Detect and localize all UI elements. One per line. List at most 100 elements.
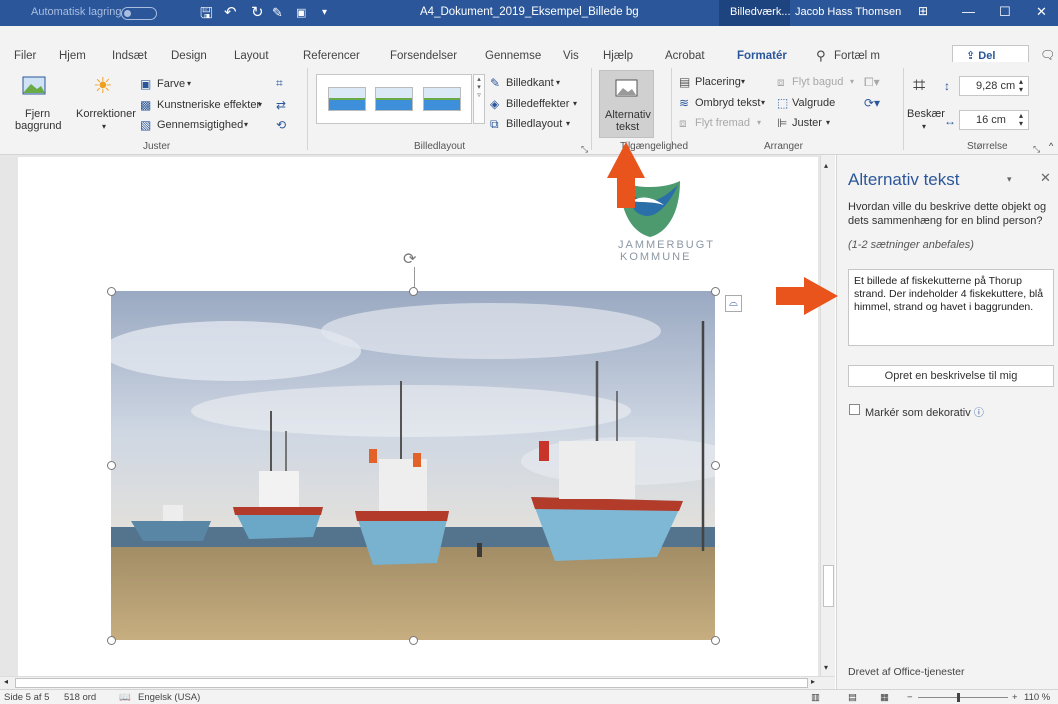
scroll-thumb[interactable] <box>823 565 834 607</box>
user-name[interactable]: Jacob Hass Thomsen <box>795 6 901 18</box>
group-separator <box>307 68 308 150</box>
autosave-toggle[interactable] <box>121 7 157 20</box>
undo-icon[interactable]: ↶ <box>224 3 237 21</box>
scroll-thumb[interactable] <box>15 678 808 688</box>
layout-options-icon[interactable]: ⌓ <box>725 295 742 312</box>
resize-handle-top-left[interactable] <box>107 287 116 296</box>
comments-icon[interactable]: 🗨 <box>1040 48 1055 62</box>
chevron-down-icon: ▾ <box>244 120 249 129</box>
insert-picture-icon[interactable]: ▣ <box>296 6 306 19</box>
height-value: 9,28 cm <box>976 80 1016 92</box>
save-icon[interactable]: 🖫 <box>200 3 213 28</box>
zoom-out-icon[interactable]: − <box>907 692 913 703</box>
ribbon-display-icon[interactable]: ⊞ <box>918 4 928 18</box>
generate-description-button[interactable]: Opret en beskrivelse til mig <box>848 365 1054 387</box>
language[interactable]: Engelsk (USA) <box>138 692 200 703</box>
document-horizontal-scrollbar[interactable]: ◂ ▸ <box>0 676 835 689</box>
tab-help[interactable]: Hjælp <box>603 50 633 62</box>
change-picture-icon[interactable]: ⇄ <box>276 99 286 111</box>
alt-text-pane: Alternativ tekst ▾ ✕ Hvordan ville du be… <box>836 155 1058 689</box>
tab-home[interactable]: Hjem <box>59 50 86 62</box>
tell-me-input[interactable]: Fortæl m <box>834 50 880 62</box>
proofing-icon[interactable]: 📖 <box>119 692 131 703</box>
sun-icon: ☀ <box>93 73 113 98</box>
pane-footer: Drevet af Office-tjenester <box>848 666 965 678</box>
tab-layout[interactable]: Layout <box>234 50 269 62</box>
transparency-label: Gennemsigtighed <box>157 119 244 131</box>
redo-icon[interactable]: ↻ <box>251 3 264 21</box>
gallery-scroll[interactable]: ▴ ▾ ▿ <box>473 74 485 124</box>
rotate-handle-line <box>414 267 415 289</box>
document-vertical-scrollbar[interactable]: ▴ ▾ <box>820 155 835 676</box>
dialog-launcher-icon[interactable]: ⤡ <box>1033 144 1040 155</box>
resize-handle-bottom-left[interactable] <box>107 636 116 645</box>
crop-icon: ⌗ <box>913 72 926 97</box>
document-area[interactable]: JAMMERBUGT KOMMUNE ⟳ ⌓ <box>0 155 820 676</box>
read-mode-icon[interactable]: ▥ <box>811 692 820 703</box>
gallery-more-icon[interactable]: ▿ <box>474 91 484 99</box>
status-bar: Side 5 af 5 518 ord 📖 Engelsk (USA) ▥ ▤ … <box>0 689 1058 704</box>
info-icon[interactable]: ⓘ <box>974 408 984 419</box>
dialog-launcher-icon[interactable]: ⤡ <box>581 144 588 155</box>
chevron-down-icon: ▾ <box>258 100 263 109</box>
rotate-handle-icon[interactable]: ⟳ <box>403 249 416 269</box>
tab-references[interactable]: Referencer <box>303 50 360 62</box>
tab-file[interactable]: Filer <box>14 50 36 62</box>
resize-handle-bottom-right[interactable] <box>711 636 720 645</box>
collapse-ribbon-icon[interactable]: ^ <box>1049 141 1053 151</box>
zoom-in-icon[interactable]: + <box>1012 692 1018 703</box>
scroll-left-icon[interactable]: ◂ <box>4 677 8 686</box>
selected-photo[interactable] <box>111 291 715 640</box>
scroll-right-icon[interactable]: ▸ <box>811 677 815 686</box>
tab-format[interactable]: Formatér <box>737 50 787 67</box>
zoom-level[interactable]: 110 % <box>1024 692 1050 703</box>
width-field[interactable]: 16 cm ▴ ▾ <box>959 110 1029 130</box>
tab-acrobat[interactable]: Acrobat <box>665 50 705 62</box>
close-button[interactable]: ✕ <box>1036 4 1047 20</box>
chevron-up-icon[interactable]: ▴ <box>474 75 484 83</box>
document-page[interactable]: JAMMERBUGT KOMMUNE ⟳ ⌓ <box>18 157 818 676</box>
effects-icon: ◈ <box>490 97 500 111</box>
rotate-icon[interactable]: ⟳▾ <box>864 97 880 109</box>
spinner-icon[interactable]: ▴ ▾ <box>1019 112 1023 128</box>
page-count[interactable]: Side 5 af 5 <box>4 692 49 703</box>
customize-qat-icon[interactable]: ▾ <box>322 7 327 18</box>
height-field[interactable]: 9,28 cm ▴ ▾ <box>959 76 1029 96</box>
maximize-button[interactable]: ☐ <box>999 4 1011 20</box>
format-painter-icon[interactable]: ✎ <box>272 5 283 21</box>
resize-handle-right[interactable] <box>711 461 720 470</box>
scroll-up-icon[interactable]: ▴ <box>824 161 828 170</box>
print-layout-icon[interactable]: ▤ <box>848 692 857 703</box>
resize-handle-top-right[interactable] <box>711 287 720 296</box>
alt-text-input[interactable]: Et billede af fiskekutterne på Thorup st… <box>848 269 1054 346</box>
group-objects-icon[interactable]: ⧠▾ <box>864 76 880 88</box>
picture-style-thumb[interactable] <box>328 87 366 111</box>
resize-handle-bottom[interactable] <box>409 636 418 645</box>
width-value: 16 cm <box>976 114 1006 126</box>
picture-styles-gallery[interactable] <box>316 74 472 124</box>
resize-handle-left[interactable] <box>107 461 116 470</box>
web-layout-icon[interactable]: ▦ <box>880 692 889 703</box>
picture-style-thumb[interactable] <box>375 87 413 111</box>
chevron-down-icon[interactable]: ▾ <box>474 83 484 91</box>
resize-handle-top[interactable] <box>409 287 418 296</box>
alt-text-button[interactable]: Alternativ tekst <box>599 70 654 138</box>
tab-mailings[interactable]: Forsendelser <box>390 50 457 62</box>
picture-style-thumb[interactable] <box>423 87 461 111</box>
tab-review[interactable]: Gennemse <box>485 50 541 62</box>
reset-picture-icon[interactable]: ⟲ <box>276 119 286 131</box>
spinner-icon[interactable]: ▴ ▾ <box>1019 78 1023 94</box>
tab-view[interactable]: Vis <box>563 50 579 62</box>
close-icon[interactable]: ✕ <box>1040 170 1051 186</box>
decorative-checkbox[interactable] <box>849 404 860 415</box>
tab-design[interactable]: Design <box>171 50 207 62</box>
compress-pictures-icon[interactable]: ⌗ <box>276 77 283 89</box>
word-count[interactable]: 518 ord <box>64 692 96 703</box>
minimize-button[interactable]: — <box>962 4 975 19</box>
pane-options-icon[interactable]: ▾ <box>1007 174 1012 185</box>
group-label-arrange: Arranger <box>764 141 803 152</box>
zoom-slider[interactable] <box>918 697 1008 698</box>
zoom-slider-thumb[interactable] <box>957 693 960 702</box>
scroll-down-icon[interactable]: ▾ <box>824 663 828 672</box>
tab-insert[interactable]: Indsæt <box>112 50 147 62</box>
